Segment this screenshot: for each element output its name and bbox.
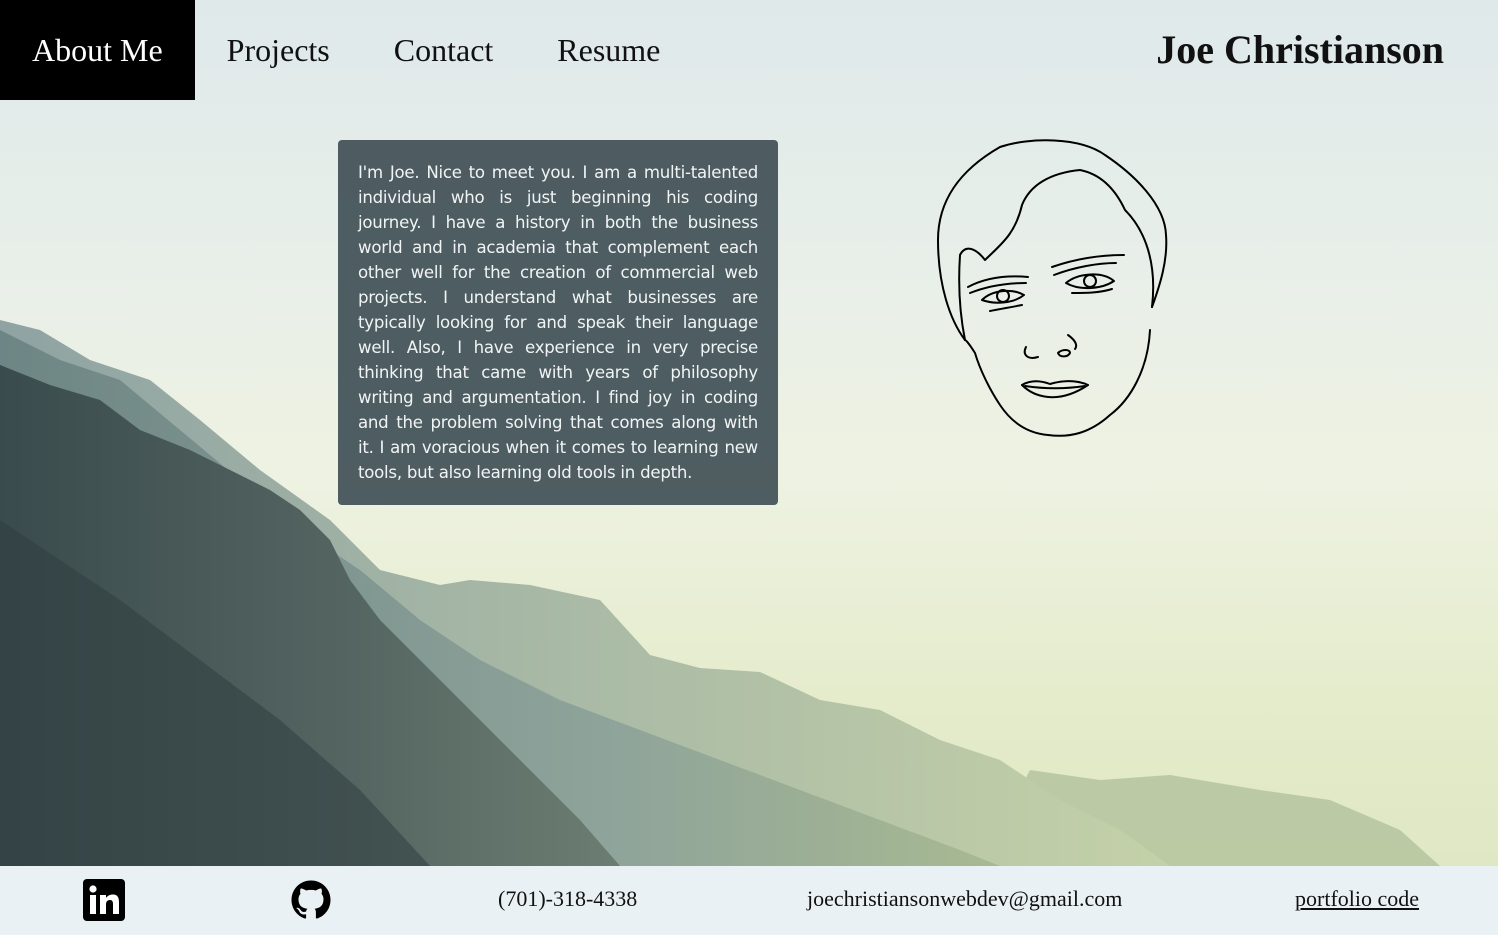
nav-resume[interactable]: Resume (525, 0, 692, 100)
linkedin-icon[interactable] (83, 879, 125, 921)
footer: (701)-318-4338 joechristiansonwebdev@gma… (0, 866, 1498, 935)
nav-contact[interactable]: Contact (362, 0, 526, 100)
main-nav: About Me Projects Contact Resume (0, 0, 692, 100)
nav-projects[interactable]: Projects (195, 0, 362, 100)
about-text: I'm Joe. Nice to meet you. I am a multi-… (358, 163, 758, 482)
about-card: I'm Joe. Nice to meet you. I am a multi-… (338, 140, 778, 505)
email-address[interactable]: joechristiansonwebdev@gmail.com (807, 886, 1122, 912)
portrait-line-drawing (937, 139, 1168, 437)
page: About Me Projects Contact Resume Joe Chr… (0, 0, 1498, 935)
portfolio-code-link[interactable]: portfolio code (1295, 886, 1419, 912)
nav-about-me[interactable]: About Me (0, 0, 195, 100)
github-icon[interactable] (290, 879, 332, 921)
site-title: Joe Christianson (1156, 27, 1444, 72)
phone-number: (701)-318-4338 (498, 886, 638, 911)
